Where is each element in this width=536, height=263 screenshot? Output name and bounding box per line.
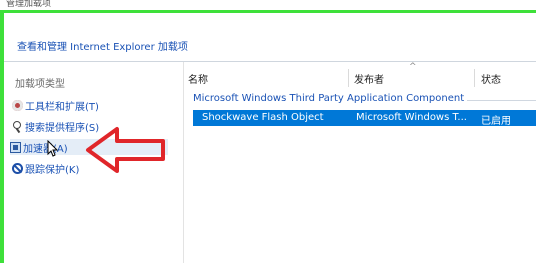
sidebar-item-label: 加速器(A) <box>23 143 68 155</box>
sidebar-item-label: 跟踪保护(K) <box>25 164 80 176</box>
addon-types-title: 加载项类型 <box>15 79 65 90</box>
red-annotation-arrow <box>86 127 165 173</box>
header-bar: 查看和管理 Internet Explorer 加载项 <box>4 13 536 62</box>
sidebar-item-toolbars-extensions[interactable]: 工具栏和扩展(T) <box>12 97 172 113</box>
header-link[interactable]: 查看和管理 Internet Explorer 加载项 <box>17 38 188 53</box>
column-header-status[interactable]: 状态 <box>481 71 501 89</box>
cell-name: Shockwave Flash Object <box>202 112 324 123</box>
sidebar-item-label: 工具栏和扩展(T) <box>25 101 99 113</box>
column-header-name[interactable]: 名称 <box>188 71 208 89</box>
cell-status: 已启用 <box>481 116 511 127</box>
search-icon <box>12 120 23 132</box>
table-row-selected[interactable]: Shockwave Flash Object Microsoft Windows… <box>193 110 536 127</box>
tracking-protection-icon <box>12 162 23 174</box>
group-divider <box>467 100 536 101</box>
window-title: 管理加载项 <box>6 0 52 9</box>
accelerator-icon <box>10 141 21 153</box>
addon-list-pane: ^ 名称 发布者 状态 Microsoft Windows Third Part… <box>183 62 536 263</box>
cell-publisher: Microsoft Windows T... <box>356 112 467 123</box>
column-separator[interactable] <box>348 69 349 87</box>
group-header: Microsoft Windows Third Party Applicatio… <box>193 93 465 104</box>
sort-caret-icon: ^ <box>409 62 417 72</box>
gear-icon <box>12 99 23 111</box>
column-header-publisher[interactable]: 发布者 <box>354 71 384 89</box>
column-separator[interactable] <box>474 69 475 87</box>
mouse-cursor-icon <box>47 140 59 157</box>
